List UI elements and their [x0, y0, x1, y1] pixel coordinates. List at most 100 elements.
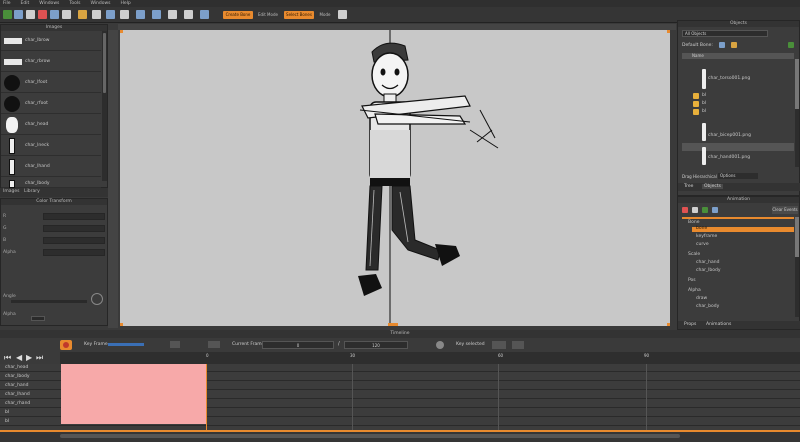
foot-thumb-icon [4, 75, 20, 91]
step-back-icon[interactable]: ◀ [16, 353, 22, 362]
speed-button[interactable] [492, 341, 506, 349]
new-file-icon[interactable] [3, 10, 12, 19]
save-icon[interactable] [92, 10, 101, 19]
menu-windows-2[interactable]: Windows [90, 1, 110, 6]
canvas-handle[interactable] [120, 323, 123, 326]
timeline-range-selection[interactable] [61, 364, 206, 424]
mode-button[interactable]: Mode [318, 11, 332, 19]
tab-objects[interactable]: Objects [702, 184, 724, 189]
list-item[interactable]: char_lbody [1, 178, 101, 188]
tick-label-60: 60 [498, 353, 504, 358]
angle-slider[interactable] [11, 300, 87, 303]
images-scrollbar[interactable] [102, 31, 107, 181]
filter-dropdown[interactable]: Options [718, 173, 758, 179]
add-icon[interactable] [702, 207, 708, 213]
menu-tools[interactable]: Tools [69, 1, 80, 6]
list-item[interactable]: char_lbrow [1, 31, 101, 51]
objects-panel: Objects All Objects Default Bone: Name c… [677, 20, 800, 196]
frame-toggle[interactable] [170, 341, 180, 348]
stage-canvas[interactable] [120, 30, 670, 326]
menu-windows[interactable]: Windows [39, 1, 59, 6]
canvas-handle[interactable] [667, 323, 670, 326]
tab-props[interactable]: Props [684, 322, 696, 327]
right-foot-shape [435, 244, 460, 266]
ruler-left [108, 30, 118, 328]
hand-thumb-icon [9, 159, 15, 175]
create-bone-button[interactable]: Create Bone [223, 11, 253, 19]
list-item[interactable]: char_lneck [1, 136, 101, 156]
rotate-icon[interactable] [184, 10, 193, 19]
canvas-handle[interactable] [667, 30, 670, 33]
color-transform-title: Color Transform [1, 199, 107, 205]
g-input[interactable] [43, 225, 105, 232]
canvas-handle[interactable] [388, 323, 398, 326]
bone-icon[interactable] [719, 42, 725, 48]
graph-button[interactable] [512, 341, 524, 349]
timeline-ruler[interactable]: 0 30 60 90 [60, 352, 800, 364]
step-forward-icon[interactable]: ⏭ [36, 353, 43, 363]
settings-icon[interactable] [338, 10, 347, 19]
menu-bar: File Edit Windows Tools Windows Help [0, 0, 800, 7]
total-frames-input[interactable]: 120 [344, 341, 408, 349]
current-frame-input[interactable]: 0 [262, 341, 334, 349]
alpha-slider[interactable] [31, 316, 45, 321]
copy-icon[interactable] [50, 10, 59, 19]
tree-scrollbar[interactable] [795, 59, 799, 167]
record-icon[interactable] [38, 10, 47, 19]
menu-file[interactable]: File [3, 1, 11, 6]
import-icon[interactable] [120, 10, 129, 19]
edit-mode-button[interactable]: Edit Mode [256, 11, 280, 19]
folder-icon[interactable] [731, 42, 737, 48]
tab-images[interactable]: Images [3, 189, 19, 194]
tab-animations[interactable]: Animations [706, 322, 731, 327]
forearm-shape [374, 113, 467, 125]
add-icon[interactable] [788, 42, 794, 48]
undo-icon[interactable] [14, 10, 23, 19]
scale-icon[interactable] [200, 10, 209, 19]
select-bones-button[interactable]: Select Bones [284, 11, 314, 19]
layout-icon[interactable] [136, 10, 145, 19]
menu-help[interactable]: Help [121, 1, 131, 6]
prop-row-g: G [3, 225, 105, 233]
play-icon[interactable]: ▶ [26, 353, 32, 362]
redo-icon[interactable] [26, 10, 35, 19]
keyframe-slider[interactable] [108, 343, 144, 346]
clear-events-button[interactable]: Clear Events [772, 206, 798, 214]
angle-dial-icon[interactable] [91, 293, 103, 305]
tab-tree[interactable]: Tree [684, 184, 693, 189]
move-icon[interactable] [712, 207, 718, 213]
skip-start-icon[interactable]: ⏮ [4, 353, 11, 363]
images-panel: Images char_lbrow char_rbrow char_lfoot … [0, 24, 108, 188]
copy-icon[interactable] [692, 207, 698, 213]
delete-icon[interactable] [682, 207, 688, 213]
tab-library[interactable]: Library [24, 189, 40, 194]
list-item[interactable]: char_lhand [1, 157, 101, 177]
tree-view: char_torso001.png bl bl bl char_bicep001… [682, 59, 794, 167]
r-input[interactable] [43, 213, 105, 220]
objects-title: Objects [678, 21, 799, 27]
key-selected-label: Key selected [456, 342, 485, 347]
grid-icon[interactable] [152, 10, 161, 19]
objects-dropdown[interactable]: All Objects [682, 30, 768, 37]
playhead[interactable] [206, 364, 207, 430]
canvas-handle[interactable] [120, 30, 123, 33]
export-icon[interactable] [106, 10, 115, 19]
list-item[interactable]: char_rbrow [1, 52, 101, 72]
menu-edit[interactable]: Edit [21, 1, 30, 6]
loop-icon[interactable] [436, 341, 444, 349]
images-tabs: Images Library [0, 188, 108, 197]
tick-label-0: 0 [206, 353, 209, 358]
list-item[interactable]: char_lfoot [1, 73, 101, 93]
open-folder-icon[interactable] [78, 10, 87, 19]
alpha-input[interactable] [43, 249, 105, 256]
animation-scrollbar[interactable] [795, 217, 799, 317]
paste-icon[interactable] [62, 10, 71, 19]
timeline-scrollbar[interactable] [0, 430, 800, 442]
move-icon[interactable] [168, 10, 177, 19]
b-input[interactable] [43, 237, 105, 244]
record-button[interactable] [60, 340, 72, 350]
list-item[interactable]: char_rfoot [1, 94, 101, 114]
zoom-fit-button[interactable] [208, 341, 220, 348]
foot-thumb-icon [4, 96, 20, 112]
list-item[interactable]: char_head [1, 115, 101, 135]
